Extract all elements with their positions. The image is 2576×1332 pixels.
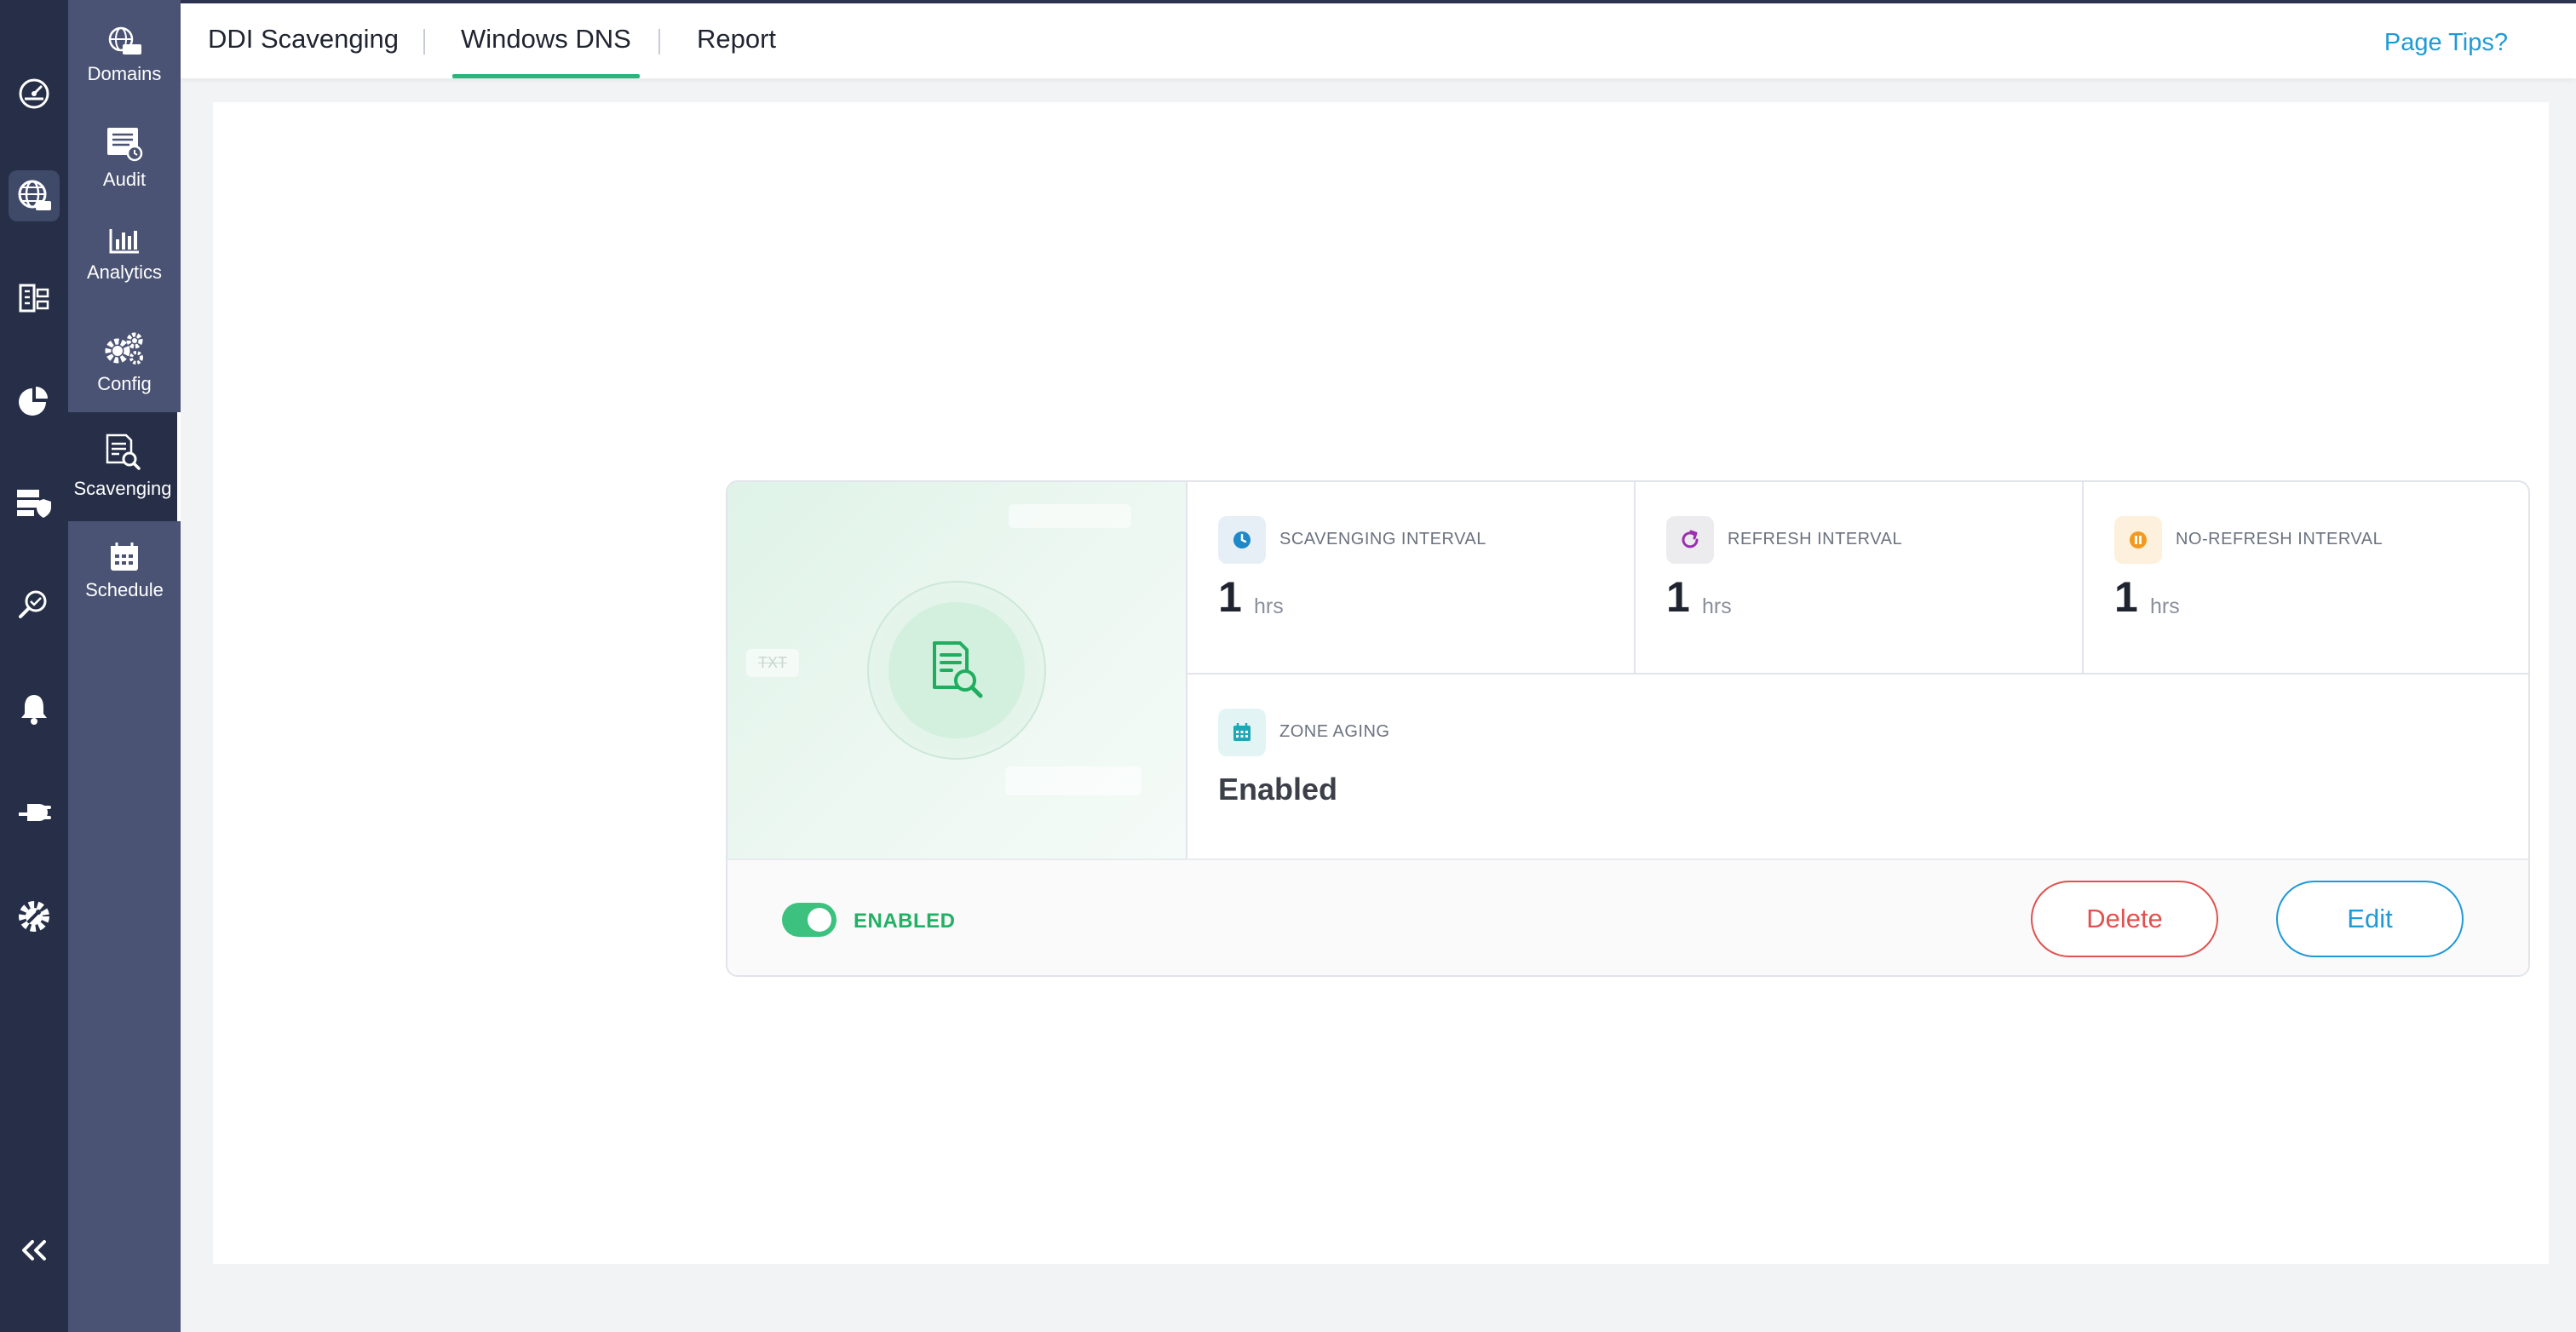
- primary-rail: [0, 0, 68, 1332]
- stat-value: 1: [1218, 573, 1242, 621]
- ipam-icon[interactable]: [0, 264, 68, 332]
- analytics-pie-icon[interactable]: [0, 366, 68, 434]
- tab-report[interactable]: Report: [697, 24, 776, 78]
- stat-value: 1: [2114, 573, 2138, 621]
- main-panel: TXT SCAVENGING INTERVAL 1 hrs REFRESH IN…: [213, 102, 2549, 1264]
- stat-label: SCAVENGING INTERVAL: [1279, 530, 1486, 548]
- zone-aging: ZONE AGING Enabled: [1187, 675, 2528, 858]
- tab-separator: [423, 29, 425, 55]
- subnav-label: Scavenging: [73, 478, 172, 499]
- subnav-label: Config: [97, 373, 152, 394]
- subnav-label: Audit: [102, 169, 147, 190]
- stat-unit: hrs: [1254, 594, 1284, 618]
- dns-globe-icon[interactable]: [0, 162, 68, 230]
- subnav-label: Analytics: [86, 261, 163, 283]
- gears-icon: [105, 332, 143, 365]
- hero-ring: [867, 581, 1046, 760]
- subnav-label: Domains: [87, 63, 162, 84]
- delete-button[interactable]: Delete: [2031, 881, 2218, 957]
- collapse-icon[interactable]: [0, 1216, 68, 1284]
- document-search-icon: [106, 433, 141, 470]
- ghost-tag-txt: TXT: [746, 649, 799, 677]
- dashboard-icon[interactable]: [0, 60, 68, 128]
- scavenging-card: TXT SCAVENGING INTERVAL 1 hrs REFRESH IN…: [726, 480, 2530, 977]
- subnav-item-schedule[interactable]: Schedule: [68, 535, 181, 608]
- scavenging-hero-illustration: TXT: [727, 482, 1187, 858]
- search-investigate-icon[interactable]: [0, 571, 68, 639]
- refresh-icon: [1666, 516, 1714, 564]
- calendar-icon: [1218, 709, 1266, 756]
- audit-icon: [107, 128, 143, 162]
- edit-button[interactable]: Edit: [2276, 881, 2464, 957]
- tab-separator: [658, 29, 660, 55]
- ghost-tag: [1009, 504, 1131, 528]
- subnav-item-config[interactable]: Config: [68, 322, 181, 404]
- ghost-tag: [1005, 766, 1141, 795]
- pause-icon: [2114, 516, 2162, 564]
- globe-com-icon: [108, 26, 141, 55]
- page-tips-link[interactable]: Page Tips?: [2384, 29, 2508, 57]
- tab-ddi-scavenging[interactable]: DDI Scavenging: [208, 24, 399, 78]
- stat-label: NO-REFRESH INTERVAL: [2176, 530, 2383, 548]
- settings-gear-icon[interactable]: [0, 882, 68, 950]
- clock-icon: [1218, 516, 1266, 564]
- subnav-label: Schedule: [85, 579, 164, 600]
- subnav-item-domains[interactable]: Domains: [68, 19, 181, 92]
- stat-scavenging-interval: SCAVENGING INTERVAL 1 hrs: [1187, 482, 1636, 675]
- stat-refresh-interval: REFRESH INTERVAL 1 hrs: [1636, 482, 2084, 675]
- stat-no-refresh-interval: NO-REFRESH INTERVAL 1 hrs: [2084, 482, 2528, 675]
- enabled-toggle[interactable]: [782, 903, 837, 937]
- card-footer: ENABLED Delete Edit: [727, 858, 2528, 975]
- stat-unit: hrs: [2150, 594, 2180, 618]
- bar-chart-icon: [109, 229, 139, 254]
- stat-value: 1: [1666, 573, 1690, 621]
- subnav-item-audit[interactable]: Audit: [68, 119, 181, 196]
- calendar-icon: [111, 543, 138, 571]
- subnav-item-scavenging[interactable]: Scavenging: [68, 412, 181, 521]
- subnav-item-analytics[interactable]: Analytics: [68, 220, 181, 291]
- dns-subnav: Domains Audit Analytics Config Scavengin…: [68, 0, 181, 1332]
- security-server-icon[interactable]: [0, 468, 68, 537]
- tab-windows-dns[interactable]: Windows DNS: [452, 24, 640, 78]
- bell-icon[interactable]: [0, 675, 68, 743]
- stat-label: ZONE AGING: [1279, 722, 1390, 741]
- stat-label: REFRESH INTERVAL: [1728, 530, 1903, 548]
- document-search-icon: [933, 641, 983, 698]
- zone-aging-value: Enabled: [1218, 772, 1338, 807]
- plug-icon[interactable]: [0, 777, 68, 845]
- enabled-status-label: ENABLED: [854, 910, 956, 933]
- stat-unit: hrs: [1702, 594, 1732, 618]
- top-header: DDI Scavenging Windows DNS Report Page T…: [181, 0, 2576, 78]
- app-root: Domains Audit Analytics Config Scavengin…: [0, 0, 2576, 1332]
